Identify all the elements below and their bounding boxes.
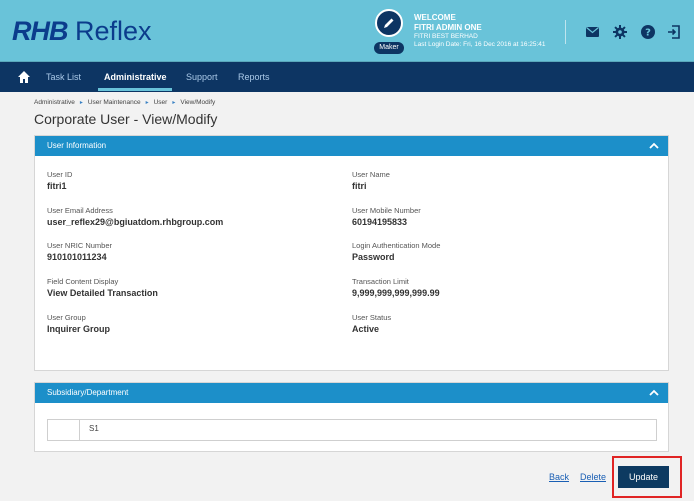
panel-header[interactable]: User Information bbox=[35, 136, 668, 156]
logo-brand: RHB bbox=[12, 16, 68, 46]
breadcrumb-item[interactable]: User Maintenance bbox=[88, 99, 141, 106]
breadcrumb-item[interactable]: User bbox=[154, 99, 168, 106]
user-name: FITRI ADMIN ONE bbox=[414, 23, 482, 32]
field-user-group: User Group Inquirer Group bbox=[47, 313, 110, 335]
field-label: User ID bbox=[47, 170, 73, 179]
chevron-right-icon: ▸ bbox=[172, 100, 176, 106]
back-link[interactable]: Back bbox=[549, 472, 569, 482]
chevron-right-icon: ▸ bbox=[79, 100, 83, 106]
gear-icon[interactable] bbox=[612, 24, 628, 40]
help-icon[interactable]: ? bbox=[640, 24, 656, 40]
welcome-text: WELCOME bbox=[414, 13, 456, 22]
field-label: Transaction Limit bbox=[352, 277, 409, 286]
header-divider bbox=[565, 20, 566, 44]
field-value: Active bbox=[352, 324, 380, 334]
field-login-auth-mode: Login Authentication Mode Password bbox=[352, 241, 440, 263]
field-value: View Detailed Transaction bbox=[47, 288, 158, 298]
logout-icon[interactable] bbox=[666, 24, 682, 40]
user-information-panel: User Information User ID fitri1 User Nam… bbox=[34, 135, 669, 371]
main-nav: Task List Administrative Support Reports bbox=[0, 62, 694, 92]
panel-title: Subsidiary/Department bbox=[47, 388, 129, 397]
role-badge: Maker bbox=[374, 42, 404, 54]
breadcrumb-item: View/Modify bbox=[180, 99, 216, 106]
home-icon[interactable] bbox=[17, 70, 31, 84]
field-label: User Email Address bbox=[47, 206, 113, 215]
last-login: Last Login Date: Fri, 16 Dec 2016 at 16:… bbox=[414, 41, 546, 48]
field-user-status: User Status Active bbox=[352, 313, 391, 335]
field-user-mobile: User Mobile Number 60194195833 bbox=[352, 206, 421, 228]
field-value: fitri1 bbox=[47, 181, 67, 191]
field-label: User Group bbox=[47, 313, 86, 322]
svg-text:?: ? bbox=[645, 28, 651, 39]
field-transaction-limit: Transaction Limit 9,999,999,999,999.99 bbox=[352, 277, 440, 299]
breadcrumb-item[interactable]: Administrative bbox=[34, 99, 75, 106]
field-value: fitri bbox=[352, 181, 367, 191]
field-value: Password bbox=[352, 252, 395, 262]
welcome-block: WELCOME FITRI ADMIN ONE FITRI BEST BERHA… bbox=[414, 13, 546, 49]
field-label: User Name bbox=[352, 170, 390, 179]
subsidiary-table: S1 bbox=[47, 419, 657, 441]
panel-header[interactable]: Subsidiary/Department bbox=[35, 383, 668, 403]
delete-link[interactable]: Delete bbox=[580, 472, 606, 482]
field-value: 910101011234 bbox=[47, 252, 107, 262]
field-user-email: User Email Address user_reflex29@bgiuatd… bbox=[47, 206, 223, 228]
field-value: 60194195833 bbox=[352, 217, 408, 227]
subsidiary-panel: Subsidiary/Department S1 bbox=[34, 382, 669, 452]
pencil-icon bbox=[375, 9, 403, 37]
field-label: Login Authentication Mode bbox=[352, 241, 441, 250]
nav-task-list[interactable]: Task List bbox=[46, 71, 81, 83]
field-label: User Mobile Number bbox=[352, 206, 421, 215]
active-tab-indicator bbox=[98, 88, 172, 91]
field-value: 9,999,999,999,999.99 bbox=[352, 288, 440, 298]
chevron-up-icon[interactable] bbox=[648, 387, 660, 399]
mail-icon[interactable] bbox=[584, 24, 600, 40]
row-select-cell[interactable] bbox=[48, 420, 80, 440]
subsidiary-value: S1 bbox=[89, 424, 99, 433]
field-label: User NRIC Number bbox=[47, 241, 113, 250]
app-header: RHB Reflex Maker WELCOME FITRI ADMIN ONE… bbox=[0, 0, 694, 62]
role-indicator: Maker bbox=[374, 9, 404, 54]
app-logo[interactable]: RHB Reflex bbox=[12, 16, 152, 46]
logo-product: Reflex bbox=[75, 16, 152, 46]
field-label: Field Content Display bbox=[47, 277, 119, 286]
field-content-display: Field Content Display View Detailed Tran… bbox=[47, 277, 158, 299]
field-value: user_reflex29@bgiuatdom.rhbgroup.com bbox=[47, 217, 224, 227]
chevron-right-icon: ▸ bbox=[145, 100, 149, 106]
nav-support[interactable]: Support bbox=[186, 71, 218, 83]
field-value: Inquirer Group bbox=[47, 324, 110, 334]
field-user-name: User Name fitri bbox=[352, 170, 390, 192]
nav-administrative[interactable]: Administrative bbox=[104, 71, 167, 83]
field-label: User Status bbox=[352, 313, 392, 322]
chevron-up-icon[interactable] bbox=[648, 140, 660, 152]
breadcrumb: Administrative ▸ User Maintenance ▸ User ▸ Vie… bbox=[34, 99, 215, 106]
company-name: FITRI BEST BERHAD bbox=[414, 33, 478, 40]
field-user-id: User ID fitri1 bbox=[47, 170, 72, 192]
panel-title: User Information bbox=[47, 141, 107, 150]
nav-reports[interactable]: Reports bbox=[238, 71, 270, 83]
page-title: Corporate User - View/Modify bbox=[34, 111, 218, 127]
field-user-nric: User NRIC Number 910101011234 bbox=[47, 241, 112, 263]
highlight-annotation bbox=[612, 456, 682, 498]
